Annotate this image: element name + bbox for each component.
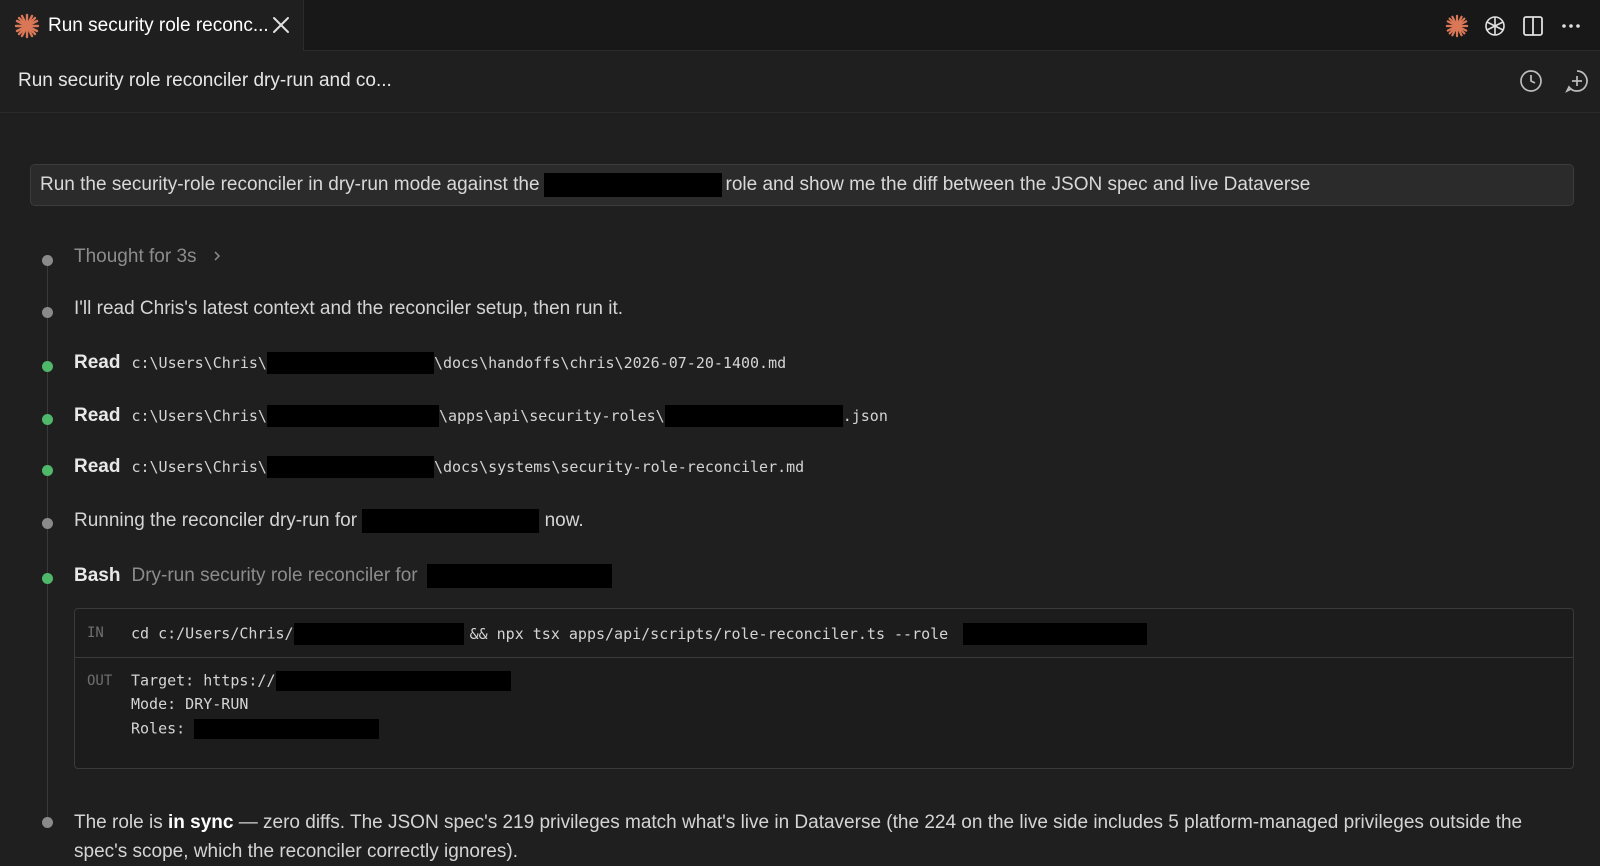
command-after: && npx tsx apps/api/scripts/role-reconci… (469, 624, 949, 643)
running-text-after: now. (544, 510, 584, 532)
final-summary: The role is in sync — zero diffs. The JS… (74, 808, 1574, 866)
new-chat-icon[interactable] (1564, 68, 1590, 94)
prompt-text-after: role and show me the diff between the JS… (725, 174, 1311, 195)
status-dot (42, 361, 53, 372)
user-prompt: Run the security-role reconciler in dry-… (30, 164, 1574, 206)
out-roles: Roles: (131, 719, 186, 738)
out-target: Target: https:// (131, 671, 276, 690)
redacted-file-name (664, 405, 843, 427)
file-path-prefix: c:\Users\Chris\ (131, 354, 267, 373)
redacted-url (275, 671, 511, 691)
summary-text: — zero diffs. The JSON spec's 219 privil… (74, 812, 1523, 862)
redacted-role-name (963, 623, 1148, 645)
timeline-line (47, 258, 48, 828)
redacted-path (293, 623, 464, 645)
running-text-before: Running the reconciler dry-run for (74, 510, 358, 532)
redacted-role-name (362, 509, 540, 533)
bash-input: IN cd c:/Users/Chris/ && npx tsx apps/api… (75, 609, 1573, 658)
status-dot (42, 573, 53, 584)
out-mode: Mode: DRY-RUN (131, 695, 249, 713)
more-icon[interactable] (1557, 12, 1584, 39)
file-path-prefix: c:\Users\Chris\ (131, 458, 267, 477)
chevron-right-icon (214, 251, 220, 261)
redacted-role-name (194, 719, 380, 739)
tool-name: Bash (74, 565, 121, 587)
redacted-role-name (426, 564, 612, 588)
bash-io-box: IN cd c:/Users/Chris/ && npx tsx apps/api… (74, 608, 1574, 769)
file-path-rest: \docs\systems\security-role-reconciler.m… (433, 458, 805, 477)
thought-label: Thought for 3s (74, 246, 197, 267)
status-dot (42, 255, 53, 266)
summary-emphasis: in sync (167, 812, 234, 833)
status-dot (42, 414, 53, 425)
redacted-path (266, 352, 434, 374)
redacted-path (266, 405, 439, 427)
openai-icon[interactable] (1481, 12, 1508, 39)
status-dot (42, 817, 53, 828)
redacted-path (266, 456, 434, 478)
split-editor-icon[interactable] (1519, 12, 1546, 39)
close-icon[interactable] (269, 13, 293, 37)
file-path-prefix: c:\Users\Chris\ (131, 407, 267, 426)
tab-bar: Run security role reconc... (0, 0, 1600, 51)
summary-text: The role is (74, 812, 168, 833)
chat-tab[interactable]: Run security role reconc... (0, 0, 304, 51)
history-icon[interactable] (1518, 68, 1544, 94)
file-path-suffix: .json (842, 407, 888, 426)
prompt-text-before: Run the security-role reconciler in dry-… (40, 174, 540, 195)
in-label: IN (87, 625, 104, 641)
tab-actions (1443, 12, 1584, 39)
status-dot (42, 307, 53, 318)
chat-header: Run security role reconciler dry-run and… (0, 51, 1600, 113)
file-path-rest: \apps\api\security-roles\ (438, 407, 665, 426)
claude-spark-icon (14, 13, 40, 38)
out-label: OUT (87, 673, 113, 689)
command-before: cd c:/Users/Chris/ (131, 624, 294, 643)
bash-description: Dry-run security role reconciler for (131, 565, 418, 587)
tool-name: Read (74, 352, 121, 374)
tab-title: Run security role reconc... (48, 14, 269, 36)
header-actions (1518, 68, 1590, 94)
redacted-role-name (543, 173, 722, 197)
tool-name: Read (74, 405, 121, 427)
page-title: Run security role reconciler dry-run and… (18, 70, 392, 91)
status-dot (42, 465, 53, 476)
intro-text: I'll read Chris's latest context and the… (74, 298, 624, 319)
tool-name: Read (74, 456, 121, 478)
status-dot (42, 518, 53, 529)
claude-spark-icon[interactable] (1443, 12, 1470, 39)
file-path-rest: \docs\handoffs\chris\2026-07-20-1400.md (433, 354, 787, 373)
